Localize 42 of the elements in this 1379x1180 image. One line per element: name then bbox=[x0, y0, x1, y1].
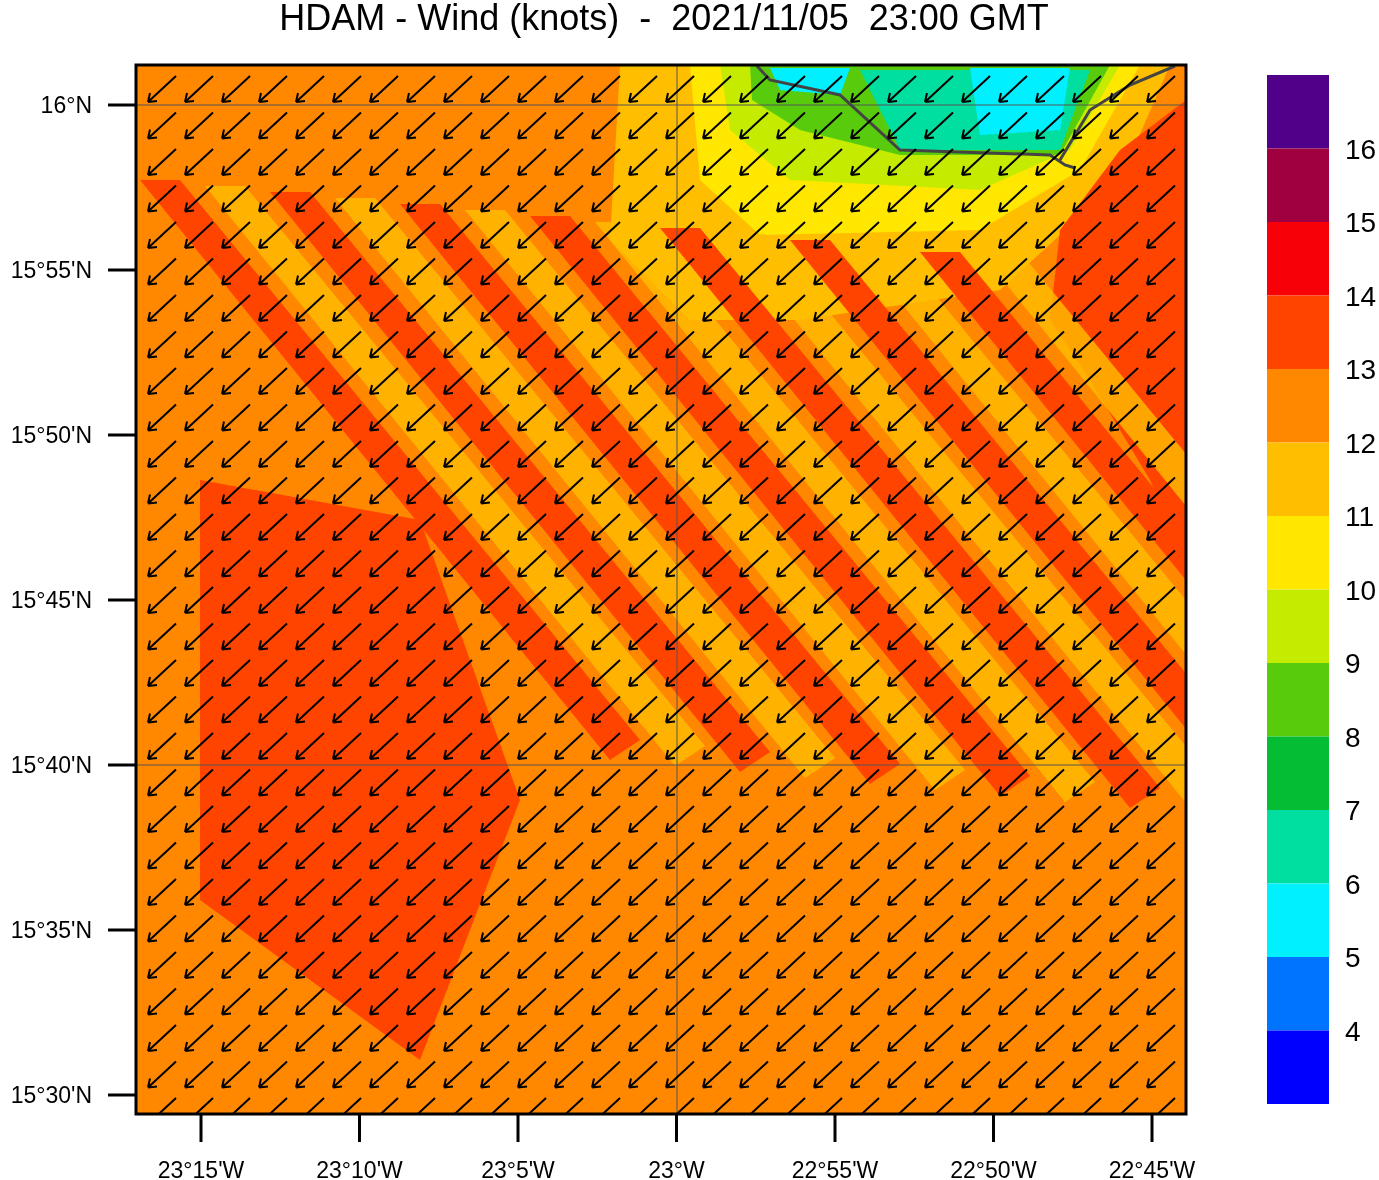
legend-label: 11 bbox=[1345, 501, 1375, 532]
legend-label: 8 bbox=[1345, 721, 1361, 753]
axis-tick bbox=[108, 928, 136, 932]
axis-tick-label: 22°55'W bbox=[791, 1157, 879, 1180]
legend-label: 4 bbox=[1345, 1015, 1361, 1047]
axis-tick bbox=[108, 268, 136, 272]
legend-label: 16 bbox=[1345, 133, 1377, 165]
axis-tick-label: 16°N bbox=[40, 92, 92, 118]
axis-tick bbox=[108, 598, 136, 602]
chart-title: HDAM - Wind (knots) - 2021/11/05 23:00 GMT bbox=[279, 0, 1049, 38]
axis-tick-label: 15°50'N bbox=[10, 422, 92, 448]
axis-tick bbox=[199, 1114, 203, 1142]
axis-tick bbox=[108, 1093, 136, 1097]
axis-tick-label: 15°35'N bbox=[10, 917, 92, 943]
legend-label: 12 bbox=[1345, 427, 1377, 459]
legend-label: 14 bbox=[1345, 280, 1377, 312]
axis-tick bbox=[675, 1114, 678, 1142]
axis-tick bbox=[516, 1114, 520, 1142]
axis-tick-label: 23°5'W bbox=[481, 1157, 555, 1180]
axis-tick bbox=[108, 103, 136, 107]
legend-label: 10 bbox=[1345, 574, 1377, 606]
axis-tick bbox=[833, 1114, 837, 1142]
legend-label: 5 bbox=[1345, 942, 1361, 973]
legend-label: 13 bbox=[1345, 354, 1377, 385]
axis-tick bbox=[1150, 1114, 1154, 1142]
legend-label: 15 bbox=[1345, 207, 1377, 238]
axis-tick bbox=[108, 763, 136, 767]
axis-tick-label: 22°45'W bbox=[1108, 1157, 1196, 1180]
axis-tick-label: 15°55'N bbox=[10, 257, 92, 283]
legend-label: 7 bbox=[1345, 795, 1361, 826]
axis-tick-label: 15°40'N bbox=[10, 752, 92, 778]
axis-tick bbox=[992, 1114, 995, 1142]
axis-tick bbox=[108, 433, 136, 437]
axis-tick-label: 23°10'W bbox=[316, 1157, 403, 1180]
axis-tick bbox=[358, 1114, 361, 1142]
axis-tick-label: 23°15'W bbox=[157, 1157, 245, 1180]
axis-tick-label: 15°45'N bbox=[10, 587, 92, 613]
legend-label: 9 bbox=[1345, 648, 1361, 679]
axis-tick-label: 22°50'W bbox=[950, 1157, 1037, 1180]
axis-tick-label: 23°W bbox=[648, 1157, 705, 1180]
legend-label: 6 bbox=[1345, 868, 1361, 900]
axis-tick-label: 15°30'N bbox=[10, 1082, 92, 1108]
